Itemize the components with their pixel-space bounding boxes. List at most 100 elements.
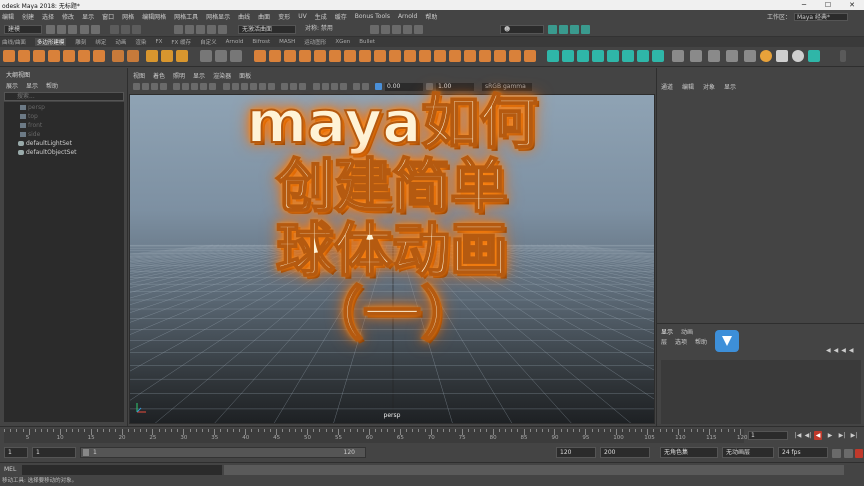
anim-prefs-icon[interactable]	[844, 449, 853, 458]
render-view-icon[interactable]	[414, 25, 423, 34]
target-weld-icon[interactable]	[329, 50, 341, 62]
xray-icon[interactable]	[281, 83, 288, 90]
menu-item[interactable]: 选择	[42, 12, 54, 21]
connect-icon[interactable]	[419, 50, 431, 62]
exposure-field[interactable]: 0.00	[385, 83, 423, 91]
menu-item[interactable]: 修改	[62, 12, 74, 21]
ambient-occlusion-icon[interactable]	[313, 83, 320, 90]
minimize-button[interactable]: ─	[792, 0, 816, 10]
shelf-tab[interactable]: Arnold	[226, 39, 244, 45]
layer-menu-item[interactable]: 层	[661, 337, 667, 346]
image-plane-icon[interactable]	[160, 83, 167, 90]
textured-icon[interactable]	[250, 83, 257, 90]
shelf-tab[interactable]: MASH	[279, 39, 295, 45]
menu-item[interactable]: 编辑网格	[142, 12, 166, 21]
anim-layer-dropdown[interactable]: 无动画层	[722, 447, 774, 458]
redo-icon[interactable]	[91, 25, 100, 34]
channel-menu-item[interactable]: 对象	[703, 82, 715, 91]
channel-menu-item[interactable]: 编辑	[682, 82, 694, 91]
poke-icon[interactable]	[524, 50, 536, 62]
backface-icon[interactable]	[299, 83, 306, 90]
color-icon[interactable]	[744, 50, 756, 62]
cleanup-icon[interactable]	[479, 50, 491, 62]
film-gate-icon[interactable]	[182, 83, 189, 90]
viewport-menu-item[interactable]: 视图	[133, 71, 145, 80]
exposure-icon[interactable]	[375, 83, 382, 90]
menu-item[interactable]: UV	[298, 13, 307, 20]
perspective-view[interactable]: persp	[129, 94, 655, 424]
layer-tab-display[interactable]: 显示	[661, 327, 673, 336]
menu-item[interactable]: 显示	[82, 12, 94, 21]
menu-item[interactable]: 网格	[122, 12, 134, 21]
shelf-tab[interactable]: 动画	[115, 38, 126, 46]
step-back-button[interactable]: ◀	[814, 431, 822, 440]
menu-item[interactable]: 缓存	[335, 12, 347, 21]
teal-t-icon[interactable]	[808, 50, 820, 62]
gamma-icon[interactable]	[426, 83, 433, 90]
menu-item[interactable]: 生成	[315, 12, 327, 21]
time-ruler[interactable]: 5 10 15 20 25 30 35 40 45 50 55 60 65 70 75 80 85 90 95 100…	[4, 429, 748, 443]
sweep-mesh-icon[interactable]	[112, 50, 124, 62]
shelf-tab[interactable]: 曲线/曲面	[2, 38, 26, 46]
depth-of-field-icon[interactable]	[340, 83, 347, 90]
camera-attributes-icon[interactable]	[142, 83, 149, 90]
workspace-dropdown[interactable]: Maya 经典*	[794, 12, 848, 21]
layout-uv-icon[interactable]	[652, 50, 664, 62]
list-item[interactable]: top	[20, 113, 38, 121]
step-forward-key-button[interactable]: ▶|	[838, 431, 846, 440]
isolate-select-icon[interactable]	[353, 83, 360, 90]
shelf-tab[interactable]: 雕刻	[75, 38, 86, 46]
xray-joints-icon[interactable]	[290, 83, 297, 90]
collapse-icon[interactable]	[404, 50, 416, 62]
cylindrical-map-icon[interactable]	[577, 50, 589, 62]
fps-dropdown[interactable]: 24 fps	[778, 447, 828, 458]
poly-sphere-icon[interactable]	[3, 50, 15, 62]
play-forward-button[interactable]: ▶	[826, 431, 834, 440]
uv-editor-icon[interactable]	[547, 50, 559, 62]
menu-item[interactable]: Arnold	[398, 13, 417, 20]
render-frame-icon[interactable]	[370, 25, 379, 34]
go-to-start-button[interactable]: |◀	[794, 431, 802, 440]
viewport-menu-item[interactable]: 着色	[153, 71, 165, 80]
resolution-gate-icon[interactable]	[191, 83, 198, 90]
shelf-tab[interactable]: Bifrost	[252, 39, 270, 45]
character-set-dropdown[interactable]: 无角色集	[660, 447, 718, 458]
wireframe-on-shaded-icon[interactable]	[241, 83, 248, 90]
layer-tab-anim[interactable]: 动画	[681, 327, 693, 336]
add-icon[interactable]	[708, 50, 720, 62]
edge-loop-icon[interactable]	[359, 50, 371, 62]
viewport-menu-item[interactable]: 渲染器	[213, 71, 231, 80]
gray-shader-icon[interactable]	[672, 50, 684, 62]
start-time-field[interactable]: 1	[4, 447, 28, 458]
field-chart-icon[interactable]	[209, 83, 216, 90]
playback-start-field[interactable]: 1	[32, 447, 76, 458]
list-item[interactable]: front	[20, 122, 42, 130]
hypershade-icon[interactable]	[403, 25, 412, 34]
select-object-icon[interactable]	[121, 25, 130, 34]
menu-item[interactable]: 编辑	[2, 12, 14, 21]
menu-item[interactable]: 帮助	[425, 12, 437, 21]
record-icon[interactable]	[855, 449, 863, 458]
snap-live-icon[interactable]	[218, 25, 227, 34]
snap-grid-icon[interactable]	[174, 25, 183, 34]
menu-item[interactable]: 窗口	[102, 12, 114, 21]
new-scene-icon[interactable]	[46, 25, 55, 34]
list-item[interactable]: defaultLightSet	[18, 140, 72, 148]
merge-icon[interactable]	[389, 50, 401, 62]
shelf-tab[interactable]: 运动图形	[304, 38, 326, 46]
duplicate-face-icon[interactable]	[509, 50, 521, 62]
menu-item[interactable]: 网格显示	[206, 12, 230, 21]
outliner-search-input[interactable]: 搜索...	[4, 92, 124, 101]
shadows-icon[interactable]	[268, 83, 275, 90]
all-icon[interactable]	[726, 50, 738, 62]
menu-item[interactable]: Bonus Tools	[355, 13, 390, 20]
shelf-tab[interactable]: 自定义	[200, 38, 217, 46]
offset-loop-icon[interactable]	[374, 50, 386, 62]
step-back-key-button[interactable]: ◀|	[804, 431, 812, 440]
attribute-editor-icon[interactable]	[559, 25, 568, 34]
list-item[interactable]: defaultObjectSet	[18, 149, 77, 157]
anti-alias-icon[interactable]	[331, 83, 338, 90]
shelf-tab[interactable]: Bullet	[359, 39, 375, 45]
range-slider[interactable]: 1 120	[80, 447, 366, 458]
joint-icon[interactable]	[776, 50, 788, 62]
